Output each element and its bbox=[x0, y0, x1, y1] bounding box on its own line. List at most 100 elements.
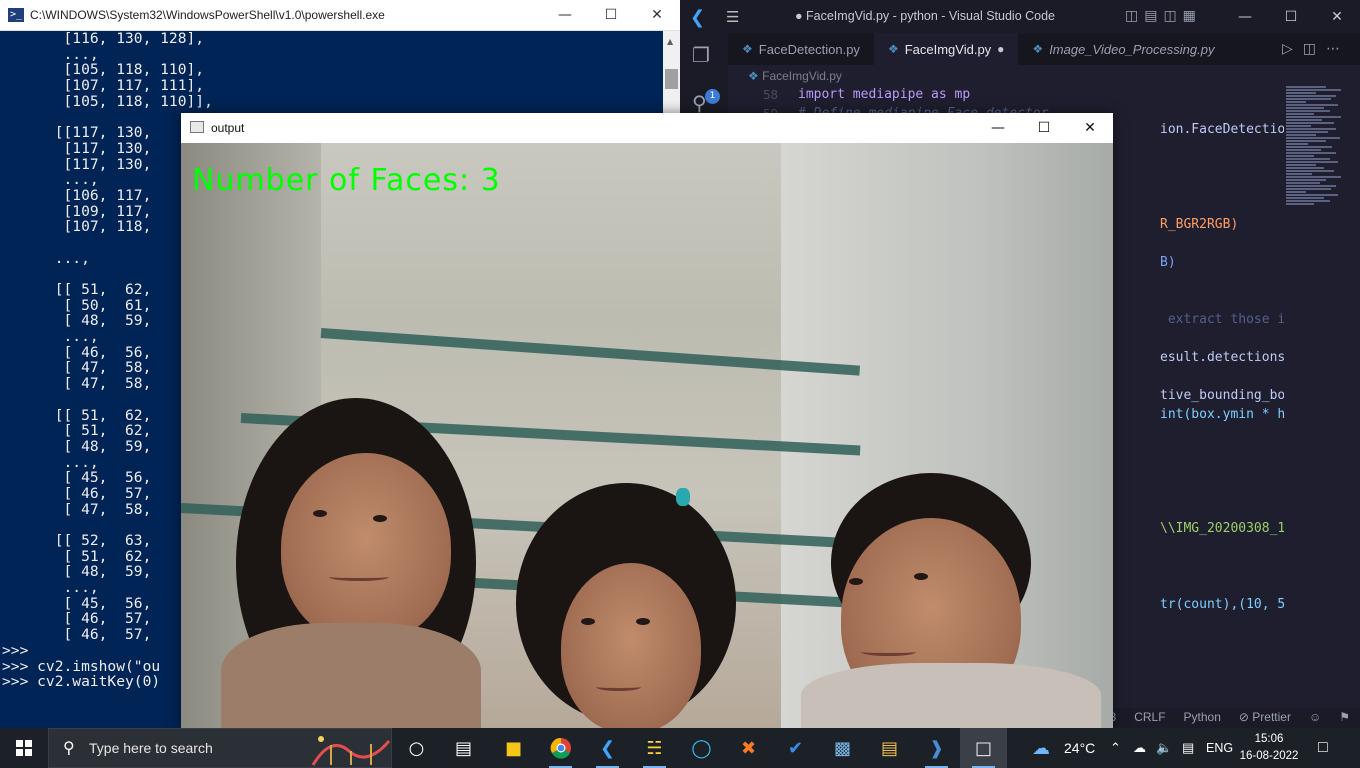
cortana-icon[interactable]: ○ bbox=[393, 728, 440, 768]
minimap-line bbox=[1286, 149, 1321, 151]
chrome-icon[interactable] bbox=[537, 728, 584, 768]
notification-center-icon[interactable]: □ bbox=[1318, 728, 1328, 768]
minimap-line bbox=[1286, 98, 1331, 100]
editor-tabs: ❖ FaceDetection.py ❖ FaceImgVid.py ● ❖ Image_V… bbox=[728, 33, 1360, 65]
minimap-line bbox=[1286, 128, 1336, 130]
explorer-icon[interactable]: ❐ bbox=[692, 43, 716, 67]
notepad-icon[interactable]: □ bbox=[960, 728, 1007, 768]
minimap-line bbox=[1286, 188, 1331, 190]
output-photo: Number of Faces: 3 bbox=[181, 143, 1113, 728]
minimap-line bbox=[1286, 197, 1324, 199]
code-fragment: \\IMG_20200308_161303 bbox=[1160, 521, 1284, 536]
minimap-line bbox=[1286, 158, 1330, 160]
minimap[interactable] bbox=[1284, 85, 1348, 275]
minimize-button[interactable]: — bbox=[1222, 0, 1268, 33]
powershell-icon: >_ bbox=[8, 8, 24, 22]
sticky-notes-icon[interactable]: ■ bbox=[490, 728, 537, 768]
vscode-title: ● FaceImgVid.py - python - Visual Studio… bbox=[795, 9, 1056, 23]
layout-controls[interactable]: ◫▤◫▦ bbox=[1125, 8, 1202, 24]
minimap-line bbox=[1286, 110, 1330, 112]
minimap-line bbox=[1286, 155, 1314, 157]
start-button[interactable] bbox=[0, 728, 48, 768]
powershell-icon[interactable]: ❱ bbox=[913, 728, 960, 768]
clock-time: 15:06 bbox=[1254, 733, 1284, 745]
clock[interactable]: 15:06 16-08-2022 bbox=[1238, 731, 1300, 765]
console-line: [105, 118, 110], bbox=[2, 61, 205, 79]
minimize-button[interactable]: — bbox=[542, 0, 588, 30]
search-icon[interactable]: ⚲ bbox=[692, 91, 716, 115]
taskbar-search[interactable]: ⚲ Type here to search bbox=[48, 728, 392, 768]
console-line: [107, 117, 111], bbox=[2, 77, 205, 95]
menu-icon[interactable]: ☰ bbox=[726, 8, 744, 26]
status-language[interactable]: Python bbox=[1184, 710, 1221, 724]
powershell-titlebar[interactable]: >_ C:\WINDOWS\System32\WindowsPowerShell… bbox=[0, 0, 680, 31]
code-fragment: extract those informa bbox=[1167, 312, 1284, 327]
tab-label: Image_Video_Processing.py bbox=[1049, 41, 1215, 57]
weather-temp[interactable]: 24°C bbox=[1064, 728, 1095, 768]
minimap-line bbox=[1286, 161, 1338, 163]
minimap-line bbox=[1286, 119, 1322, 121]
show-hidden-icons[interactable]: ⌃ bbox=[1110, 728, 1121, 768]
input-language[interactable]: ENG bbox=[1206, 728, 1233, 768]
close-button[interactable]: ✕ bbox=[634, 0, 680, 30]
minimap-line bbox=[1286, 113, 1314, 115]
code-fragment: tive_bounding_box bbox=[1160, 388, 1284, 403]
output-title: output bbox=[211, 121, 245, 135]
minimap-line bbox=[1286, 185, 1336, 187]
face-count-overlay: Number of Faces: 3 bbox=[192, 163, 501, 198]
minimap-line bbox=[1286, 116, 1341, 118]
code-fragment: B) bbox=[1160, 255, 1176, 270]
minimap-line bbox=[1286, 134, 1316, 136]
vscode-icon[interactable]: ❮ bbox=[584, 728, 631, 768]
maximize-button[interactable]: ☐ bbox=[1268, 0, 1314, 33]
output-window[interactable]: output — ☐ ✕ Number of Faces: 3 bbox=[181, 113, 1113, 728]
close-button[interactable]: ✕ bbox=[1067, 113, 1113, 143]
file-explorer-icon[interactable]: ▤ bbox=[866, 728, 913, 768]
python-file-icon: ❖ bbox=[742, 42, 753, 56]
volume-icon[interactable]: 🔈 bbox=[1156, 728, 1172, 768]
minimap-line bbox=[1286, 203, 1314, 205]
code-fragment: R_BGR2RGB) bbox=[1160, 217, 1239, 232]
minimap-line bbox=[1286, 89, 1341, 91]
python-icon[interactable]: ☵ bbox=[631, 728, 678, 768]
cloud-icon[interactable]: ☁ bbox=[1133, 728, 1146, 768]
task-view-icon[interactable]: ▤ bbox=[440, 728, 487, 768]
minimap-line bbox=[1286, 125, 1311, 127]
clock-date: 16-08-2022 bbox=[1239, 750, 1299, 762]
python-file-icon: ❖ bbox=[1032, 42, 1044, 56]
tab-label: FaceDetection.py bbox=[758, 41, 860, 57]
minimap-line bbox=[1286, 107, 1324, 109]
minimap-line bbox=[1286, 101, 1306, 103]
status-eol[interactable]: CRLF bbox=[1134, 710, 1165, 724]
editor-tab[interactable]: ❖ FaceDetection.py bbox=[728, 33, 874, 65]
scroll-up-icon[interactable]: ▲ bbox=[667, 37, 673, 46]
vscode-logo-icon: ❮ bbox=[690, 7, 706, 28]
maximize-button[interactable]: ☐ bbox=[1021, 113, 1067, 143]
feedback-icon[interactable]: ☺ bbox=[1309, 710, 1321, 724]
control-panel-icon[interactable]: ▩ bbox=[819, 728, 866, 768]
editor-tab[interactable]: ❖ Image_Video_Processing.py bbox=[1018, 33, 1228, 65]
scroll-thumb[interactable] bbox=[665, 69, 678, 89]
vscode-titlebar[interactable]: ❮ ☰ ● FaceImgVid.py - python - Visual St… bbox=[680, 0, 1360, 33]
output-titlebar[interactable]: output — ☐ ✕ bbox=[181, 113, 1113, 143]
minimap-line bbox=[1286, 137, 1340, 139]
network-icon[interactable]: ▤ bbox=[1182, 728, 1194, 768]
unsaved-dot-icon[interactable]: ● bbox=[997, 42, 1004, 56]
status-prettier[interactable]: ⊘ Prettier bbox=[1239, 710, 1291, 724]
code-fragment: ion.FaceDetection(0.8) bbox=[1160, 122, 1284, 137]
minimap-line bbox=[1286, 152, 1336, 154]
notifications-icon[interactable]: ⚑ bbox=[1339, 710, 1350, 724]
breadcrumb[interactable]: ❖ FaceImgVid.py bbox=[748, 69, 842, 83]
edge-icon[interactable]: ◯ bbox=[678, 728, 725, 768]
todo-icon[interactable]: ✔ bbox=[772, 728, 819, 768]
maximize-button[interactable]: ☐ bbox=[588, 0, 634, 30]
editor-actions[interactable]: ▷◫⋯ bbox=[1282, 41, 1350, 57]
close-button[interactable]: ✕ bbox=[1314, 0, 1360, 33]
editor-tab[interactable]: ❖ FaceImgVid.py ● bbox=[873, 33, 1019, 65]
minimap-line bbox=[1286, 179, 1326, 181]
xampp-icon[interactable]: ✖ bbox=[725, 728, 772, 768]
weather-icon[interactable]: ☁ bbox=[1032, 728, 1050, 768]
minimap-line bbox=[1286, 200, 1330, 202]
minimap-line bbox=[1286, 122, 1334, 124]
minimize-button[interactable]: — bbox=[975, 113, 1021, 143]
